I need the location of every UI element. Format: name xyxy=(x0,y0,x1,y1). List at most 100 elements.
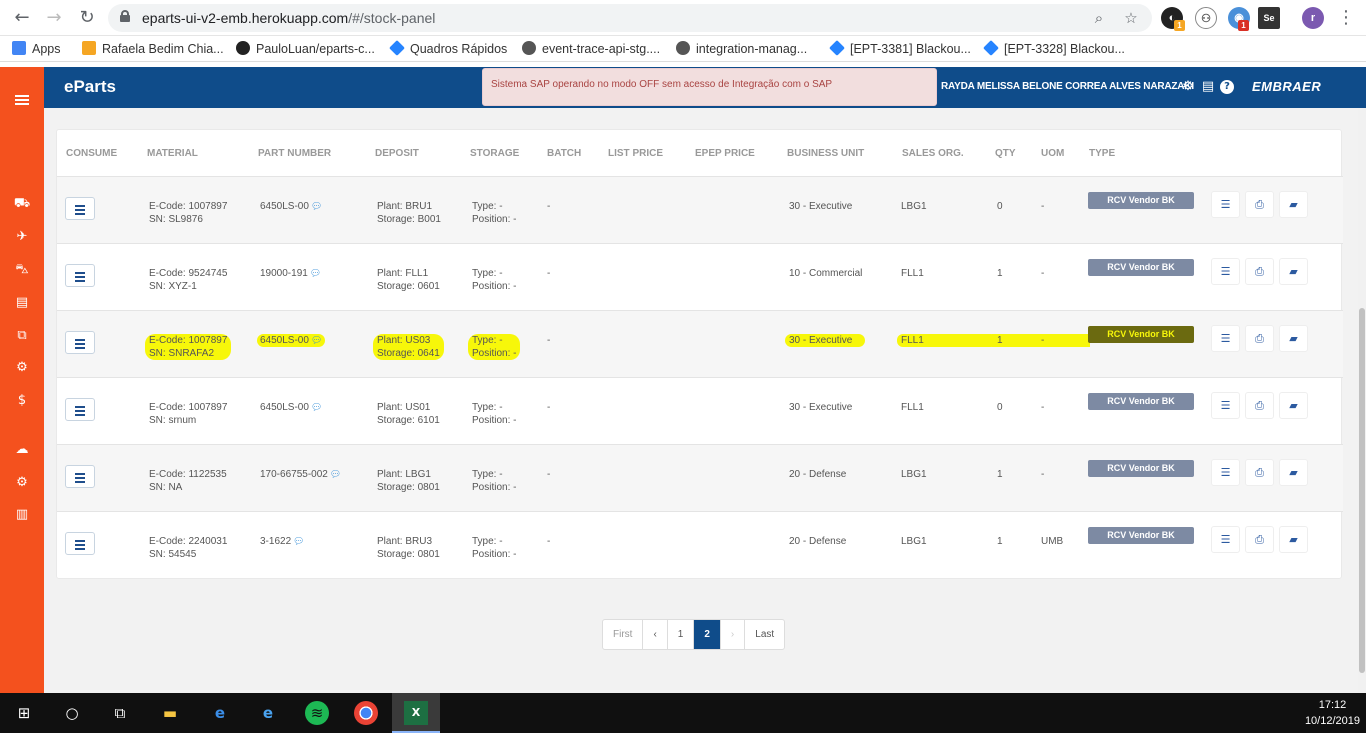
truck-icon[interactable]: ⛟ xyxy=(12,195,32,213)
cart-icon[interactable]: ⛍ xyxy=(12,261,32,279)
page-next-button[interactable]: › xyxy=(721,620,746,649)
page-prev-button[interactable]: ‹ xyxy=(643,620,668,649)
book-icon[interactable]: ▰ xyxy=(1279,392,1308,419)
book-icon[interactable]: ▰ xyxy=(1279,325,1308,352)
reload-icon[interactable]: ↻ xyxy=(75,6,99,30)
bookmark-item[interactable]: [EPT-3381] Blackou... xyxy=(829,40,971,58)
book-icon[interactable]: ▰ xyxy=(1279,191,1308,218)
sap-offline-alert: Sistema SAP operando no modo OFF sem ace… xyxy=(482,68,937,106)
gear-icon[interactable]: ⚙ xyxy=(1180,78,1196,96)
bookmark-item[interactable]: PauloLuan/eparts-c... xyxy=(236,40,375,58)
part-number-cell[interactable]: 3-1622 💬︎ xyxy=(257,535,308,548)
help-icon[interactable]: ? xyxy=(1220,80,1234,94)
star-icon[interactable]: ☆ xyxy=(1120,7,1142,29)
back-arrow-icon[interactable]: ← xyxy=(10,6,34,30)
airplane-icon[interactable]: ✈ xyxy=(12,228,32,246)
document-icon[interactable]: ▤ xyxy=(1200,78,1216,96)
ecode-text: E-Code: 9524745 xyxy=(149,268,228,279)
part-number-cell[interactable]: 6450LS-00 💬︎ xyxy=(257,200,325,213)
bookmark-item[interactable]: integration-manag... xyxy=(676,40,807,58)
selenium-extension-icon[interactable]: Se xyxy=(1258,7,1280,29)
print-icon[interactable]: ⎙ xyxy=(1245,258,1274,285)
edit-list-icon[interactable]: ☰ xyxy=(1211,191,1240,218)
book-icon[interactable]: ▰ xyxy=(1279,526,1308,553)
internet-explorer-icon[interactable]: e xyxy=(256,701,280,725)
consume-button[interactable] xyxy=(65,197,95,220)
lock-icon xyxy=(120,10,130,22)
print-icon[interactable]: ⎙ xyxy=(1245,325,1274,352)
table-row: E-Code: 1007897 SN: SL9876 6450LS-00 💬︎ P… xyxy=(57,176,1343,243)
consume-button[interactable] xyxy=(65,465,95,488)
edge-icon[interactable]: e xyxy=(208,701,232,725)
part-number-cell[interactable]: 6450LS-00 💬︎ xyxy=(257,334,326,347)
bar-chart-icon[interactable]: ▥ xyxy=(12,506,32,524)
edit-list-icon[interactable]: ☰ xyxy=(1211,258,1240,285)
column-header: STORAGE xyxy=(470,148,520,159)
comment-icon[interactable]: 💬︎ xyxy=(330,469,341,479)
app-brand[interactable]: eParts xyxy=(64,77,116,97)
serial-text: SN: SL9876 xyxy=(149,214,203,225)
page-button-current[interactable]: 2 xyxy=(694,620,721,649)
edit-list-icon[interactable]: ☰ xyxy=(1211,325,1240,352)
edit-list-icon[interactable]: ☰ xyxy=(1211,459,1240,486)
bookmark-item[interactable]: event-trace-api-stg.... xyxy=(522,40,660,58)
document-icon[interactable]: ▤ xyxy=(12,294,32,312)
scrollbar-thumb[interactable] xyxy=(1359,308,1365,673)
bookmarks-bar: Apps Rafaela Bedim Chia... PauloLuan/epa… xyxy=(0,36,1366,62)
page-last-button[interactable]: Last xyxy=(745,620,784,649)
qty-cell: 1 xyxy=(992,334,1042,347)
extension-icon[interactable]: ⚇ xyxy=(1195,7,1217,29)
windows-start-icon[interactable]: ⊞ xyxy=(12,701,36,725)
page-first-button[interactable]: First xyxy=(603,620,644,649)
chrome-icon[interactable] xyxy=(354,701,378,725)
profile-avatar[interactable]: r xyxy=(1302,7,1324,29)
user-name[interactable]: RAYDA MELISSA BELONE CORREA ALVES NARAZA… xyxy=(941,81,1194,92)
edit-list-icon[interactable]: ☰ xyxy=(1211,392,1240,419)
system-clock[interactable]: 17:12 10/12/2019 xyxy=(1305,697,1360,729)
part-number-cell[interactable]: 19000-191 💬︎ xyxy=(257,267,324,280)
consume-button[interactable] xyxy=(65,264,95,287)
comment-icon[interactable]: 💬︎ xyxy=(310,268,321,278)
bookmark-apps[interactable]: Apps xyxy=(12,40,61,58)
cogs-icon[interactable]: ⚙ xyxy=(12,359,32,377)
print-icon[interactable]: ⎙ xyxy=(1245,392,1274,419)
task-view-icon[interactable]: ⧉ xyxy=(108,701,132,725)
search-circle-icon[interactable]: ○ xyxy=(60,701,84,725)
comment-icon[interactable]: 💬︎ xyxy=(311,402,322,412)
bookmark-item[interactable]: [EPT-3328] Blackou... xyxy=(983,40,1125,58)
hamburger-menu-icon[interactable] xyxy=(12,93,32,111)
bookmark-item[interactable]: Quadros Rápidos xyxy=(389,40,507,58)
edit-list-icon[interactable]: ☰ xyxy=(1211,526,1240,553)
consume-button[interactable] xyxy=(65,532,95,555)
consume-button[interactable] xyxy=(65,331,95,354)
box-exchange-icon[interactable]: ⧉ xyxy=(12,327,32,345)
file-explorer-icon[interactable]: ▬ xyxy=(158,701,182,725)
comment-icon[interactable]: 💬︎ xyxy=(293,536,304,546)
spotify-icon[interactable]: ≋ xyxy=(305,701,329,725)
bookmark-item[interactable]: Rafaela Bedim Chia... xyxy=(82,40,224,58)
zoom-icon[interactable]: ⌕ xyxy=(1088,7,1110,29)
column-header: TYPE xyxy=(1089,148,1116,159)
cloud-icon[interactable]: ☁ xyxy=(12,441,32,459)
consume-button[interactable] xyxy=(65,398,95,421)
page-button[interactable]: 1 xyxy=(668,620,695,649)
page-scrollbar[interactable] xyxy=(1358,108,1366,693)
print-icon[interactable]: ⎙ xyxy=(1245,459,1274,486)
settings-icon[interactable]: ⚙ xyxy=(12,474,32,492)
book-icon[interactable]: ▰ xyxy=(1279,258,1308,285)
comment-icon[interactable]: 💬︎ xyxy=(311,335,322,345)
plant-text: Plant: LBG1 xyxy=(377,469,431,480)
forward-arrow-icon[interactable]: → xyxy=(42,6,66,30)
windows-taskbar: ⊞ ○ ⧉ ▬ e e ≋ X 17:12 10/12/2019 xyxy=(0,693,1366,733)
excel-icon[interactable]: X xyxy=(404,701,428,725)
book-icon[interactable]: ▰ xyxy=(1279,459,1308,486)
comment-icon[interactable]: 💬︎ xyxy=(311,201,322,211)
part-number-cell[interactable]: 170-66755-002 💬︎ xyxy=(257,468,344,481)
print-icon[interactable]: ⎙ xyxy=(1245,526,1274,553)
dollar-icon[interactable]: $ xyxy=(12,392,32,410)
address-bar[interactable]: eparts-ui-v2-emb.herokuapp.com/#/stock-p… xyxy=(108,4,1152,32)
print-icon[interactable]: ⎙ xyxy=(1245,191,1274,218)
material-cell: E-Code: 1007897 SN: SNRAFA2 xyxy=(145,334,232,360)
part-number-cell[interactable]: 6450LS-00 💬︎ xyxy=(257,401,325,414)
menu-dots-icon[interactable]: ⋮ xyxy=(1334,6,1358,30)
